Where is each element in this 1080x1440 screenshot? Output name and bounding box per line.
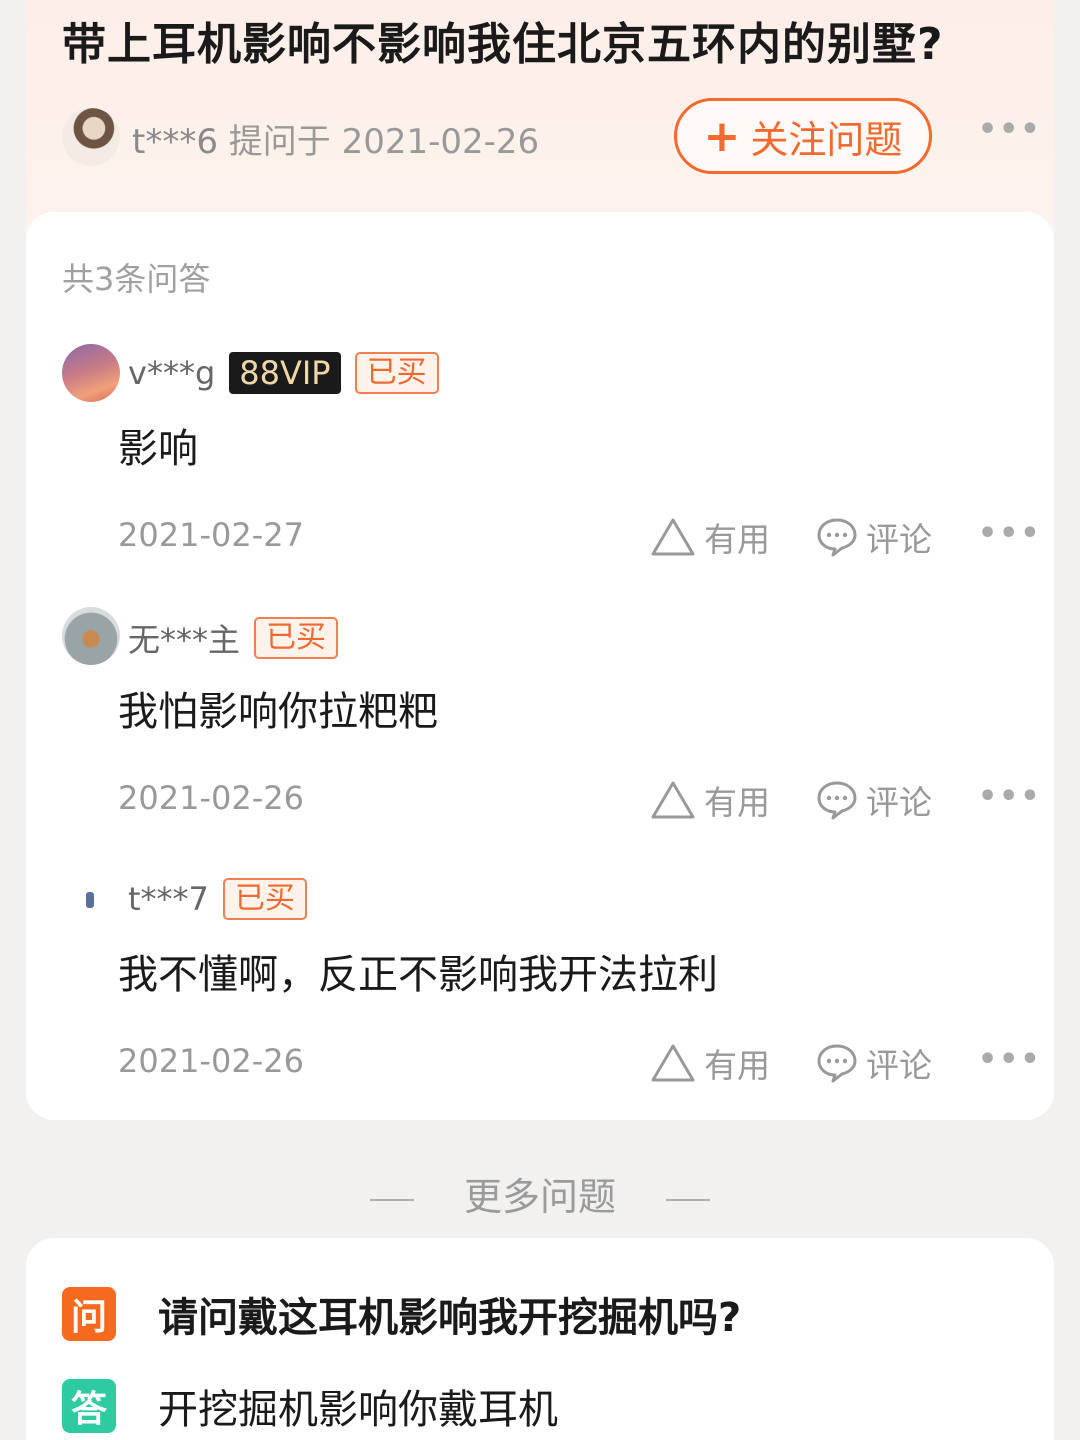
- asker-name[interactable]: t***6: [132, 122, 218, 162]
- avatar[interactable]: [62, 607, 120, 665]
- bought-badge: 已买: [354, 352, 439, 394]
- plus-icon: +: [703, 110, 741, 162]
- answer-username[interactable]: t***7: [128, 880, 209, 918]
- more-dots-icon[interactable]: •••: [978, 779, 1042, 814]
- answer-user: 无***主 已买: [128, 615, 339, 661]
- question-title: 带上耳机影响不影响我住北京五环内的别墅?: [62, 19, 944, 70]
- related-answer-row[interactable]: 答 开挖掘机影响你戴耳机: [62, 1378, 558, 1434]
- answer-user: t***7 已买: [128, 878, 307, 920]
- follow-question-button[interactable]: + 关注问题: [674, 98, 932, 174]
- follow-question-label: 关注问题: [750, 117, 903, 162]
- more-questions-divider: 更多问题: [0, 1166, 1080, 1222]
- answer-item: 无***主 已买 我怕影响你拉粑粑 2021-02-26 有用 评论 •••: [62, 607, 1040, 857]
- answer-date: 2021-02-27: [118, 516, 304, 554]
- related-question-card[interactable]: 问 请问戴这耳机影响我开挖掘机吗? 答 开挖掘机影响你戴耳机: [26, 1238, 1054, 1440]
- useful-label: 有用: [704, 520, 770, 559]
- asker-row: t***6 提问于 2021-02-26 + 关注问题 •••: [62, 98, 1040, 178]
- answer-username[interactable]: v***g: [128, 354, 215, 392]
- answer-meta: 2021-02-26 有用 评论 •••: [118, 1038, 1040, 1088]
- related-question-text: 请问戴这耳机影响我开挖掘机吗?: [158, 1295, 742, 1341]
- triangle-up-icon: [651, 1044, 695, 1082]
- asker-info: t***6 提问于 2021-02-26: [132, 114, 539, 163]
- comment-label: 评论: [866, 520, 932, 559]
- answer-meta: 2021-02-27 有用 评论 •••: [118, 512, 1040, 562]
- triangle-up-icon: [651, 781, 695, 819]
- avatar-figure: [86, 892, 94, 908]
- answer-text: 我怕影响你拉粑粑: [118, 689, 438, 735]
- useful-button[interactable]: 有用: [650, 512, 770, 562]
- useful-label: 有用: [704, 1046, 770, 1085]
- vip-badge: 88VIP: [229, 352, 341, 394]
- divider-line: [369, 1198, 414, 1201]
- comment-label: 评论: [866, 1046, 932, 1085]
- related-question-row[interactable]: 问 请问戴这耳机影响我开挖掘机吗?: [62, 1286, 741, 1342]
- comment-bubble-icon: [817, 518, 857, 557]
- divider-line: [666, 1198, 710, 1201]
- triangle-up-icon: [651, 518, 695, 556]
- answer-item: t***7 已买 我不懂啊，反正不影响我开法拉利 2021-02-26 有用 评…: [62, 870, 1040, 1120]
- comment-label: 评论: [866, 783, 932, 822]
- answer-meta: 2021-02-26 有用 评论 •••: [118, 775, 1040, 825]
- useful-button[interactable]: 有用: [650, 1038, 770, 1088]
- more-dots-icon[interactable]: •••: [978, 1042, 1042, 1077]
- answer-item: v***g 88VIP 已买 影响 2021-02-27 有用 评论 •••: [62, 344, 1040, 594]
- comment-bubble-icon: [817, 1044, 857, 1083]
- answer-date: 2021-02-26: [118, 1042, 304, 1080]
- comment-button[interactable]: 评论: [816, 1038, 932, 1088]
- answer-user: v***g 88VIP 已买: [128, 352, 439, 394]
- more-dots-icon[interactable]: •••: [978, 112, 1042, 147]
- comment-button[interactable]: 评论: [816, 512, 932, 562]
- useful-button[interactable]: 有用: [650, 775, 770, 825]
- answers-card: 共3条问答 v***g 88VIP 已买 影响 2021-02-27 有用 评论: [26, 212, 1054, 1120]
- avatar[interactable]: [62, 870, 120, 928]
- answer-username[interactable]: 无***主: [128, 615, 240, 661]
- question-header: 带上耳机影响不影响我住北京五环内的别墅? t***6 提问于 2021-02-2…: [26, 0, 1054, 235]
- answer-date: 2021-02-26: [118, 779, 304, 817]
- qa-page: 带上耳机影响不影响我住北京五环内的别墅? t***6 提问于 2021-02-2…: [0, 0, 1080, 1440]
- useful-label: 有用: [704, 783, 770, 822]
- asked-date: 提问于 2021-02-26: [228, 122, 540, 162]
- comment-bubble-icon: [817, 781, 857, 820]
- bought-badge: 已买: [254, 617, 339, 659]
- more-dots-icon[interactable]: •••: [978, 516, 1042, 551]
- answer-text: 影响: [118, 426, 198, 472]
- question-icon: 问: [62, 1287, 116, 1341]
- answer-icon: 答: [62, 1379, 116, 1433]
- avatar[interactable]: [62, 344, 120, 402]
- asker-avatar[interactable]: [62, 108, 120, 166]
- comment-button[interactable]: 评论: [816, 775, 932, 825]
- answer-count: 共3条问答: [62, 260, 211, 298]
- bought-badge: 已买: [222, 878, 307, 920]
- related-answer-text: 开挖掘机影响你戴耳机: [158, 1387, 558, 1433]
- answer-text: 我不懂啊，反正不影响我开法拉利: [118, 952, 718, 998]
- more-questions-label: 更多问题: [463, 1175, 616, 1219]
